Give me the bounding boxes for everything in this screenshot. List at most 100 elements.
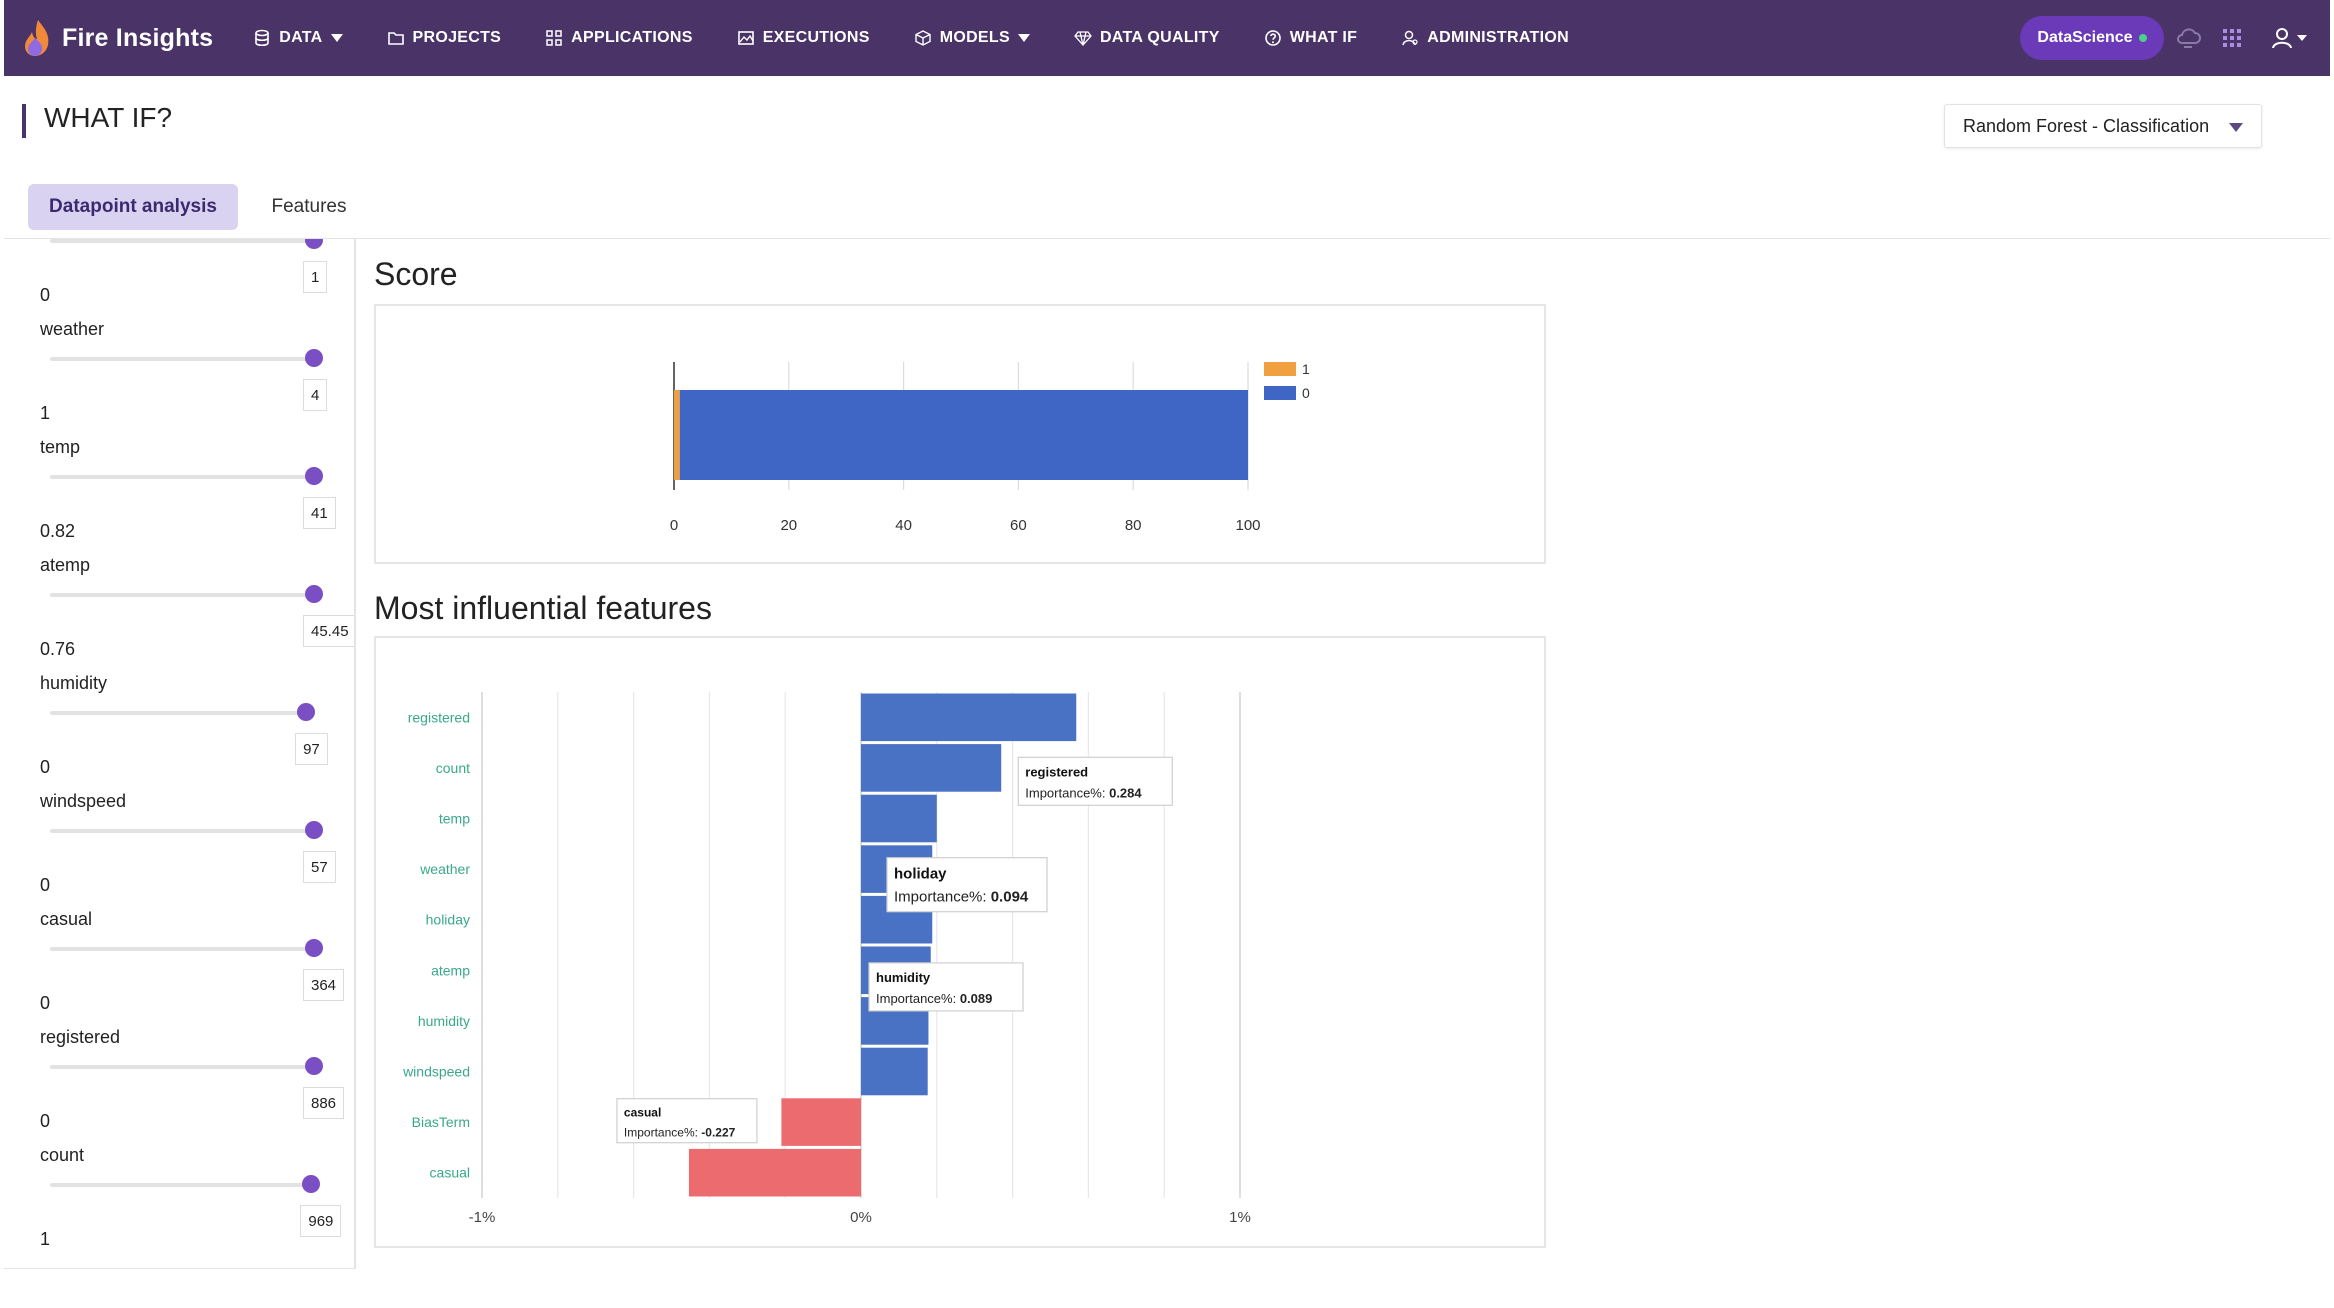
influence-bar-temp[interactable] xyxy=(861,794,937,843)
workspace-badge[interactable]: DataScience xyxy=(2020,16,2164,60)
slider-thumb[interactable] xyxy=(305,1057,323,1075)
slider-value-tooltip: 45.45 xyxy=(303,615,354,647)
feature-name: windspeed xyxy=(40,791,127,811)
top-navigation-bar: Fire Insights DATA PROJECTS APPLICATIONS EX… xyxy=(4,0,2330,76)
influence-title: Most influential features xyxy=(374,590,712,626)
slider-thumb[interactable] xyxy=(305,467,323,485)
slider-value-tooltip: 4 xyxy=(303,379,328,411)
score-tick-label: 100 xyxy=(1235,517,1260,534)
score-chart: 0 20 40 60 80 100 1 0 xyxy=(670,361,1310,534)
slider-track[interactable] xyxy=(50,475,314,479)
main-nav: DATA PROJECTS APPLICATIONS EXECUTIONS MODELS… xyxy=(253,29,1613,47)
feature-slider-partial: 10 xyxy=(4,239,344,319)
feature-min-value: 0 xyxy=(40,757,51,777)
flame-logo-icon xyxy=(25,20,49,56)
apps-grid-icon xyxy=(546,30,562,46)
slider-track[interactable] xyxy=(50,947,314,951)
feature-name: humidity xyxy=(40,673,108,693)
influence-bar-registered[interactable] xyxy=(861,693,1077,742)
slider-track[interactable] xyxy=(50,593,314,597)
influence-category-label: count xyxy=(436,760,470,776)
score-tick-label: 0 xyxy=(670,517,678,534)
score-bar-1[interactable] xyxy=(674,390,680,480)
nav-label: APPLICATIONS xyxy=(571,29,693,46)
feature-name: count xyxy=(40,1145,85,1165)
model-select[interactable]: Random Forest - Classification xyxy=(1944,104,2262,148)
influence-category-label: temp xyxy=(439,811,470,827)
slider-track[interactable] xyxy=(50,829,314,833)
score-tick-label: 20 xyxy=(780,517,797,534)
slider-thumb[interactable] xyxy=(305,821,323,839)
user-menu-icon[interactable] xyxy=(2270,24,2310,52)
slider-track[interactable] xyxy=(50,239,314,243)
feature-min-value: 1 xyxy=(40,1229,51,1249)
slider-value-tooltip: 364 xyxy=(303,969,345,1001)
feature-slider-registered: registered 886 0 xyxy=(4,1027,345,1145)
score-tick-label: 40 xyxy=(895,517,912,534)
database-icon xyxy=(255,29,270,47)
influence-bar-casual[interactable] xyxy=(688,1148,861,1197)
score-title: Score xyxy=(374,256,458,292)
slider-value-tooltip: 969 xyxy=(300,1205,342,1237)
question-circle-icon xyxy=(1264,30,1281,46)
feature-sliders-panel[interactable]: 1 0 weather 4 1 temp 41 0.82 atemp 45.45 0.76 humid… xyxy=(4,239,356,1269)
tooltip-feature: holiday xyxy=(894,866,947,883)
slider-thumb[interactable] xyxy=(297,703,316,721)
slider-value-tooltip: 41 xyxy=(303,497,336,529)
slider-track[interactable] xyxy=(50,1183,314,1187)
influence-category-label: humidity xyxy=(418,1013,470,1029)
slider-thumb[interactable] xyxy=(305,349,323,367)
feature-slider-weather: weather 4 1 xyxy=(4,319,344,437)
feature-min-value: 0.76 xyxy=(40,639,76,659)
influence-category-label: registered xyxy=(408,709,470,725)
feature-slider-atemp: atemp 45.45 0.76 xyxy=(4,555,354,673)
feature-min-value: 0 xyxy=(40,875,51,895)
influence-bar-windspeed[interactable] xyxy=(861,1047,928,1096)
slider-track[interactable] xyxy=(50,711,314,715)
title-accent-bar xyxy=(22,104,26,138)
feature-slider-humidity: humidity 97 0 xyxy=(4,673,344,791)
cloud-icon[interactable] xyxy=(2174,24,2202,52)
feature-min-value: 0 xyxy=(40,285,51,305)
influence-category-label: BiasTerm xyxy=(412,1114,470,1130)
slider-thumb[interactable] xyxy=(302,1175,321,1193)
slider-track[interactable] xyxy=(50,357,314,361)
nav-label: PROJECTS xyxy=(412,29,502,46)
slider-track[interactable] xyxy=(50,1065,314,1069)
nav-executions[interactable]: EXECUTIONS xyxy=(737,29,870,47)
nav-what-if[interactable]: WHAT IF xyxy=(1264,29,1358,47)
feature-slider-casual: casual 364 0 xyxy=(4,909,345,1027)
diamond-icon xyxy=(1074,31,1092,46)
score-tick-label: 80 xyxy=(1125,517,1142,534)
nav-label: EXECUTIONS xyxy=(762,29,870,46)
influence-tick-label: -1% xyxy=(469,1209,496,1226)
tooltip-feature: registered xyxy=(1025,764,1088,779)
slider-thumb[interactable] xyxy=(305,939,323,957)
nav-applications[interactable]: APPLICATIONS xyxy=(545,29,693,47)
tab-datapoint-analysis[interactable]: Datapoint analysis xyxy=(28,184,238,230)
nav-administration[interactable]: ADMINISTRATION xyxy=(1401,29,1569,47)
slider-value-tooltip: 886 xyxy=(303,1087,345,1119)
status-dot-icon xyxy=(2138,34,2147,42)
feature-name: weather xyxy=(40,319,105,339)
tooltip-humidity: humidity Importance%: 0.089 xyxy=(868,962,1024,1012)
influence-bar-BiasTerm[interactable] xyxy=(781,1098,861,1146)
influence-category-label: weather xyxy=(419,861,470,877)
app-logo[interactable]: Fire Insights xyxy=(20,18,213,58)
tooltip-registered: registered Importance%: 0.284 xyxy=(1017,756,1173,806)
slider-thumb[interactable] xyxy=(305,239,323,249)
score-bar-0[interactable] xyxy=(679,390,1248,480)
slider-thumb[interactable] xyxy=(305,585,323,603)
feature-min-value: 0 xyxy=(40,993,51,1013)
slider-value-tooltip: 97 xyxy=(295,733,328,765)
nav-models[interactable]: MODELS xyxy=(914,29,1030,47)
nav-label: WHAT IF xyxy=(1289,29,1358,46)
nav-data[interactable]: DATA xyxy=(253,29,343,47)
influence-bar-count[interactable] xyxy=(861,744,1002,792)
influence-tick-label: 0% xyxy=(850,1209,872,1226)
apps-grid-icon[interactable] xyxy=(2218,24,2246,52)
tab-features[interactable]: Features xyxy=(254,184,364,230)
slider-value-tooltip: 1 xyxy=(303,261,328,293)
nav-projects[interactable]: PROJECTS xyxy=(387,29,502,47)
nav-data-quality[interactable]: DATA QUALITY xyxy=(1074,29,1220,47)
